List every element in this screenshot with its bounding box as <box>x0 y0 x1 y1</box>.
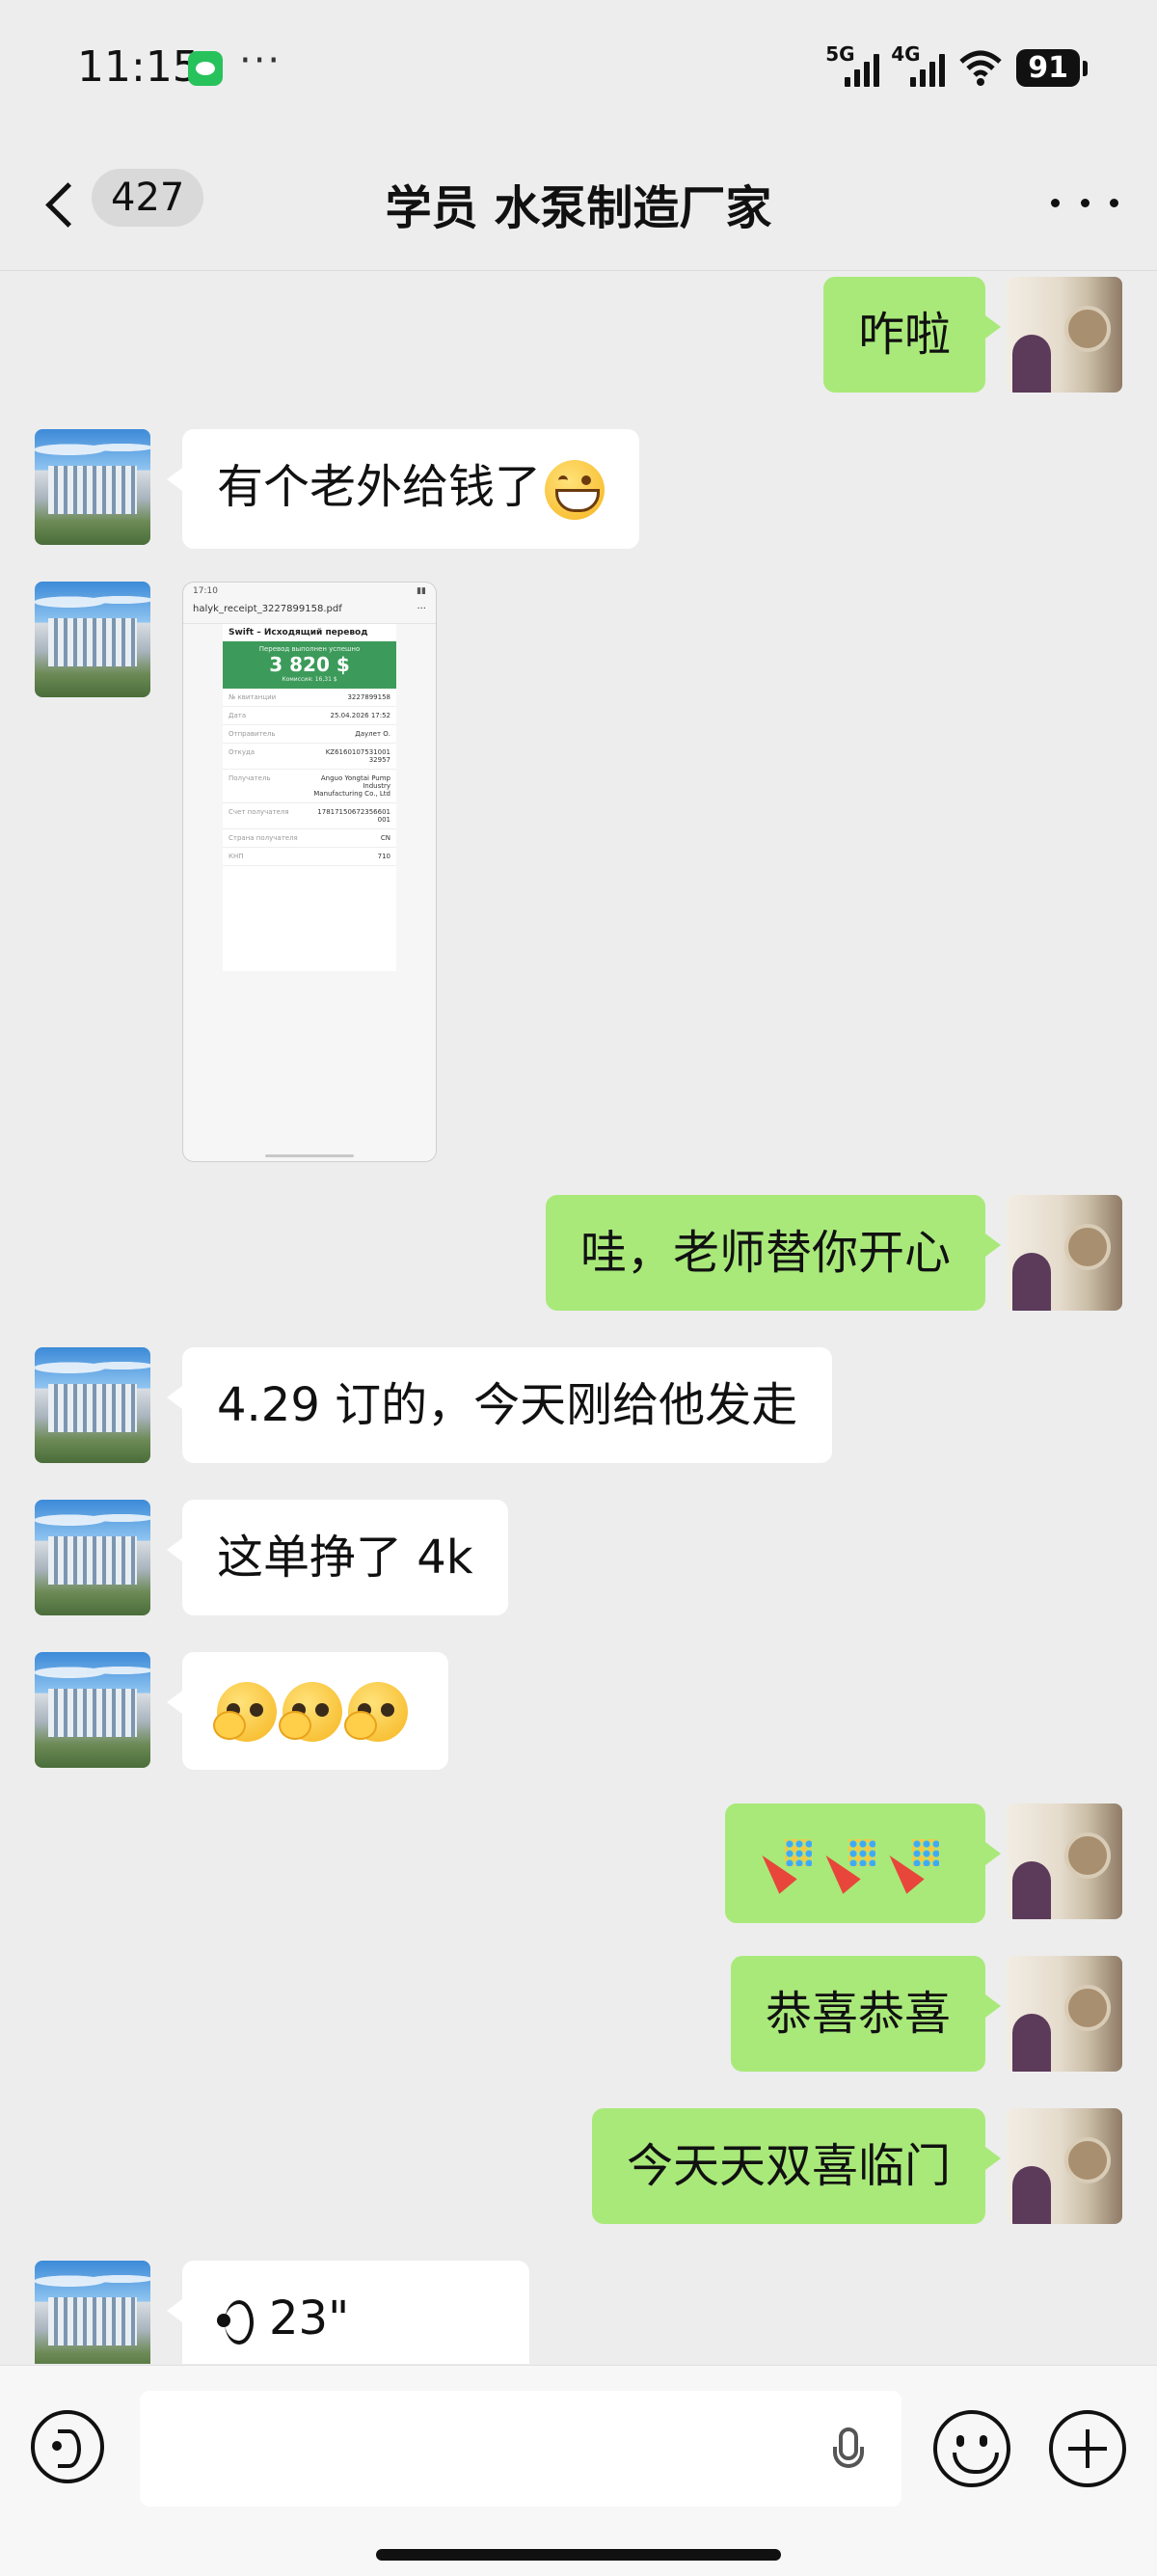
avatar[interactable] <box>1007 1803 1122 1919</box>
avatar[interactable] <box>1007 277 1122 393</box>
wechat-icon <box>188 51 223 86</box>
avatar[interactable] <box>1007 1956 1122 2072</box>
voice-message-bubble[interactable]: 23" <box>167 2261 529 2364</box>
plus-icon[interactable] <box>1049 2410 1126 2487</box>
message-list[interactable]: 咋啦 有个老外给钱了 17:10 ▮▮ halyk_receipt_3227899… <box>0 271 1157 2364</box>
avatar[interactable] <box>35 429 150 545</box>
more-icon[interactable] <box>1051 183 1118 222</box>
emoji-icon[interactable] <box>933 2410 1010 2487</box>
avatar[interactable] <box>35 582 150 697</box>
receipt-filename: halyk_receipt_3227899158.pdf <box>193 604 342 614</box>
party-popper-icon <box>887 1837 943 1893</box>
face-with-monocle-hand-icon <box>279 1682 342 1742</box>
message-text: 有个老外给钱了 <box>217 460 542 514</box>
chevron-left-icon[interactable] <box>39 170 87 237</box>
receipt-row: Отправитель Даулет О. <box>223 725 396 744</box>
grinning-face-icon <box>545 460 605 520</box>
home-indicator[interactable] <box>376 2549 781 2561</box>
voice-mode-icon[interactable] <box>31 2410 104 2483</box>
input-bar <box>0 2365 1157 2576</box>
receipt-page: Swift – Исходящий перевод Перевод выполн… <box>223 624 396 971</box>
message-bubble[interactable]: 有个老外给钱了 <box>166 429 640 549</box>
avatar[interactable] <box>1007 1195 1122 1311</box>
avatar[interactable] <box>35 1347 150 1463</box>
unread-count-badge[interactable]: 427 <box>92 169 204 227</box>
message-bubble[interactable]: 咋啦 <box>822 277 1002 393</box>
wifi-icon <box>959 50 1002 86</box>
receipt-row: КНП 710 <box>223 848 396 866</box>
status-icons: 5G 4G 91 <box>825 39 1088 96</box>
status-more: ··· <box>239 39 283 83</box>
signal-4g-icon: 4G <box>891 42 946 87</box>
receipt-amount-block: Перевод выполнен успешно 3 820 $ Комисси… <box>223 641 396 689</box>
receipt-row: Дата 25.04.2026 17:52 <box>223 707 396 725</box>
receipt-status-time: 17:10 <box>193 586 218 596</box>
avatar[interactable] <box>35 1500 150 1615</box>
face-with-monocle-hand-icon <box>344 1682 408 1742</box>
message-bubble[interactable] <box>167 1652 448 1770</box>
voice-duration: 23" <box>269 2291 350 2346</box>
battery-indicator: 91 <box>1016 48 1088 87</box>
message-input[interactable] <box>140 2391 901 2507</box>
party-popper-icon <box>760 1837 816 1893</box>
microphone-icon[interactable] <box>829 2427 868 2485</box>
receipt-title: Swift – Исходящий перевод <box>229 628 368 637</box>
message-bubble[interactable]: 恭喜恭喜 <box>730 1956 1002 2072</box>
message-bubble[interactable]: 今天天双喜临门 <box>591 2108 1002 2224</box>
message-bubble[interactable]: 哇，老师替你开心 <box>545 1195 1002 1311</box>
receipt-row: Счет получателя 17817150672356601001 <box>223 803 396 829</box>
receipt-row: № квитанции 3227899158 <box>223 689 396 707</box>
message-bubble[interactable]: 4.29 订的，今天刚给他发走 <box>166 1347 833 1463</box>
message-bubble[interactable]: 这单挣了 4k <box>167 1500 508 1615</box>
status-time: 11:15 <box>77 42 200 92</box>
receipt-row: Получатель Anguo Yongtai Pump Industry Ma… <box>223 770 396 803</box>
receipt-row: Страна получателя CN <box>223 829 396 848</box>
receipt-image[interactable]: 17:10 ▮▮ halyk_receipt_3227899158.pdf ··· … <box>182 582 437 1162</box>
voice-wave-icon <box>217 2300 256 2345</box>
party-popper-icon <box>823 1837 879 1893</box>
avatar[interactable] <box>35 2261 150 2364</box>
face-with-monocle-hand-icon <box>213 1682 277 1742</box>
message-bubble[interactable] <box>725 1803 1001 1923</box>
avatar[interactable] <box>1007 2108 1122 2224</box>
avatar[interactable] <box>35 1652 150 1768</box>
chat-header: 427 学员 水泵制造厂家 <box>0 135 1157 271</box>
receipt-amount: 3 820 $ <box>269 653 350 676</box>
receipt-row: Откуда KZ616010753100132957 <box>223 744 396 770</box>
signal-5g-icon: 5G <box>825 42 880 87</box>
status-bar: 11:15 ··· 5G 4G 91 <box>0 0 1157 135</box>
